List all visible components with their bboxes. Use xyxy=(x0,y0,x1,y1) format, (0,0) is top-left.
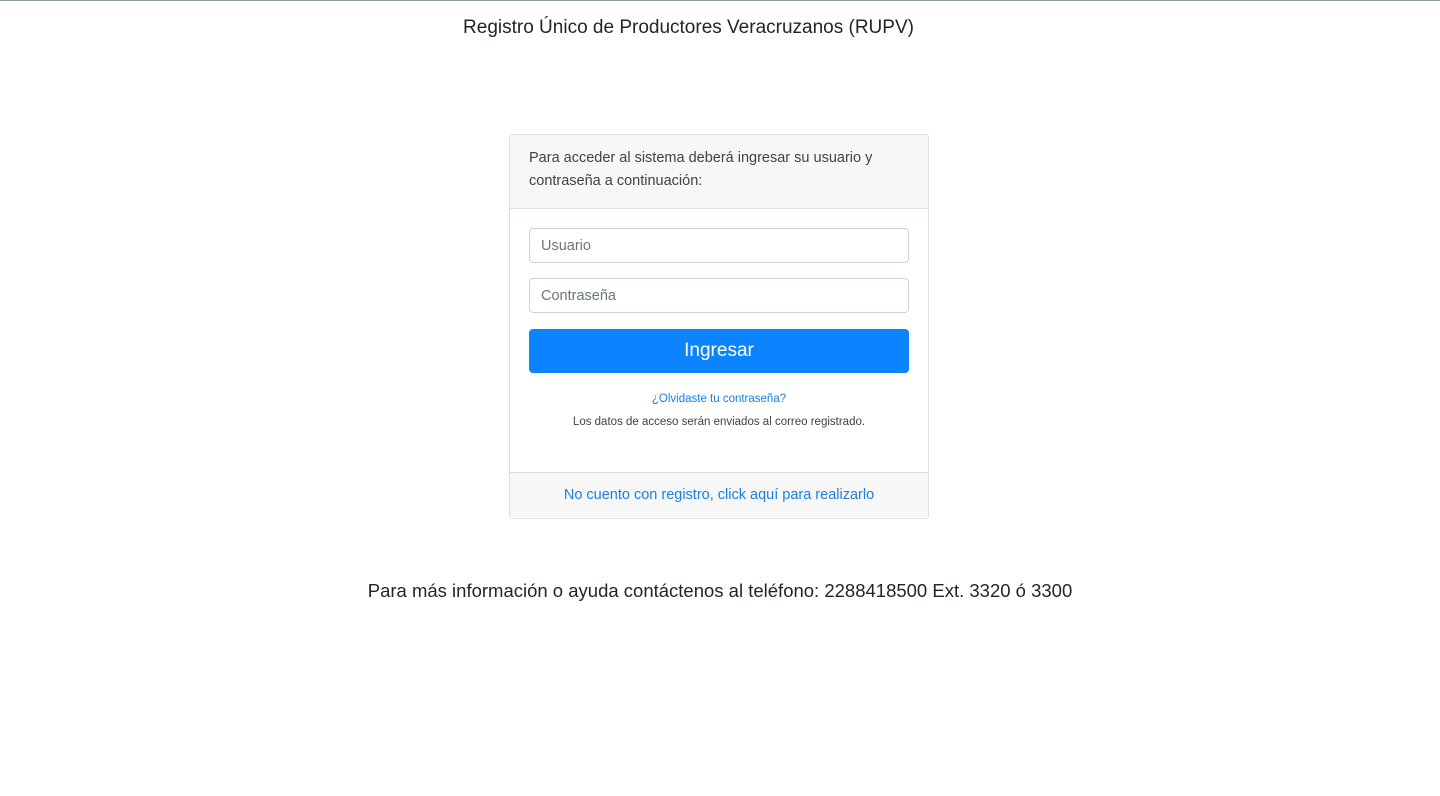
contact-info: Para más información o ayuda contáctenos… xyxy=(367,580,1073,601)
top-divider xyxy=(0,0,1440,1)
access-note: Los datos de acceso serán enviados al co… xyxy=(572,416,866,428)
login-card-header: Para acceder al sistema deberá ingresar … xyxy=(510,135,928,209)
forgot-password-link[interactable]: ¿Olvidaste tu contraseña? xyxy=(652,393,786,405)
login-instructions: Para acceder al sistema deberá ingresar … xyxy=(529,150,873,189)
login-form: Ingresar ¿Olvidaste tu contraseña? Los d… xyxy=(510,209,928,472)
page-title: Registro Único de Productores Veracruzan… xyxy=(463,17,914,38)
register-link[interactable]: No cuento con registro, click aquí para … xyxy=(564,487,874,503)
login-card: Para acceder al sistema deberá ingresar … xyxy=(509,134,929,519)
forgot-password-row: ¿Olvidaste tu contraseña? xyxy=(510,393,928,405)
username-input[interactable] xyxy=(529,228,909,263)
login-card-footer: No cuento con registro, click aquí para … xyxy=(510,472,928,517)
password-input[interactable] xyxy=(529,278,909,313)
login-button[interactable]: Ingresar xyxy=(529,329,909,373)
